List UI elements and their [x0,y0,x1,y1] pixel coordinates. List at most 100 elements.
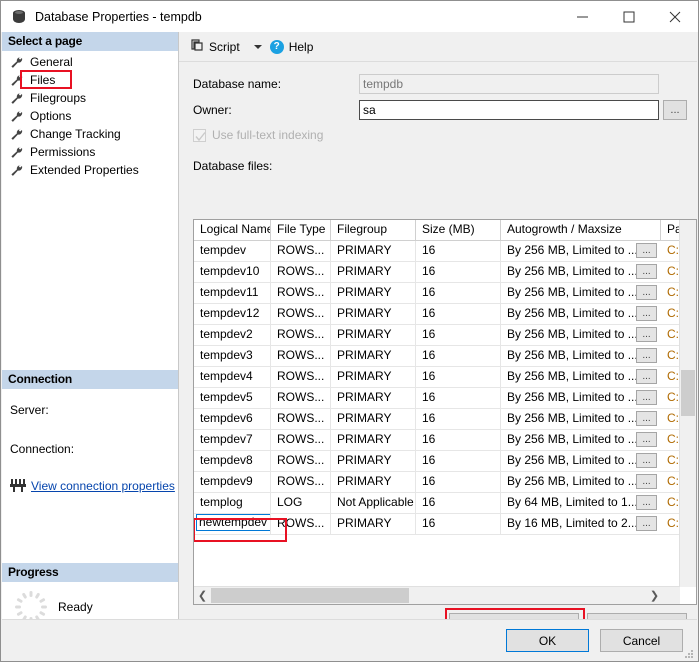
logical-name-cell[interactable]: tempdev7 [194,430,271,450]
file-type-cell[interactable]: ROWS... [271,430,331,450]
autogrowth-browse-button[interactable]: ... [636,243,657,258]
autogrowth-browse-button[interactable]: ... [636,516,657,531]
autogrowth-cell[interactable]: By 256 MB, Limited to ...... [501,346,661,366]
filegroup-cell[interactable]: PRIMARY [331,409,416,429]
autogrowth-browse-button[interactable]: ... [636,369,657,384]
column-header-filegroup[interactable]: Filegroup [331,220,416,240]
autogrowth-cell[interactable]: By 256 MB, Limited to ...... [501,325,661,345]
autogrowth-cell[interactable]: By 256 MB, Limited to ...... [501,472,661,492]
filegroup-cell[interactable]: PRIMARY [331,283,416,303]
size-cell[interactable]: 16 [416,451,501,471]
grid-vertical-scrollbar[interactable] [679,220,696,587]
table-row[interactable]: newtempdev ROWS... PRIMARY 16 By 16 MB, Limi… [194,514,696,535]
file-type-cell[interactable]: ROWS... [271,283,331,303]
file-type-cell[interactable]: ROWS... [271,451,331,471]
logical-name-cell[interactable]: tempdev8 [194,451,271,471]
autogrowth-cell[interactable]: By 256 MB, Limited to ...... [501,241,661,261]
autogrowth-cell[interactable]: By 256 MB, Limited to ...... [501,430,661,450]
chevron-down-icon[interactable] [253,44,262,49]
sidebar-item-change-tracking[interactable]: Change Tracking [2,125,178,143]
grid-vertical-scroll-thumb[interactable] [681,370,695,416]
logical-name-cell[interactable]: tempdev4 [194,367,271,387]
filegroup-cell[interactable]: PRIMARY [331,472,416,492]
filegroup-cell[interactable]: PRIMARY [331,514,416,534]
logical-name-cell[interactable]: tempdev6 [194,409,271,429]
autogrowth-cell[interactable]: By 16 MB, Limited to 2...... [501,514,661,534]
autogrowth-browse-button[interactable]: ... [636,495,657,510]
logical-name-cell[interactable]: tempdev2 [194,325,271,345]
table-row[interactable]: tempdev10 ROWS... PRIMARY 16 By 256 MB, Limi… [194,262,696,283]
filegroup-cell[interactable]: PRIMARY [331,304,416,324]
filegroup-cell[interactable]: PRIMARY [331,346,416,366]
column-header-autogrowth[interactable]: Autogrowth / Maxsize [501,220,661,240]
logical-name-cell[interactable]: tempdev12 [194,304,271,324]
autogrowth-browse-button[interactable]: ... [636,411,657,426]
maximize-button[interactable] [606,1,652,32]
logical-name-cell[interactable]: tempdev3 [194,346,271,366]
scroll-right-icon[interactable]: ❯ [646,587,663,604]
size-cell[interactable]: 16 [416,367,501,387]
table-row[interactable]: tempdev2 ROWS... PRIMARY 16 By 256 MB, Limit… [194,325,696,346]
size-cell[interactable]: 16 [416,241,501,261]
view-connection-properties-link[interactable]: View connection properties [2,478,178,493]
size-cell[interactable]: 16 [416,325,501,345]
filegroup-cell[interactable]: PRIMARY [331,325,416,345]
autogrowth-browse-button[interactable]: ... [636,474,657,489]
table-row[interactable]: templog LOG Not Applicable 16 By 64 MB, Limi… [194,493,696,514]
table-row[interactable]: tempdev4 ROWS... PRIMARY 16 By 256 MB, Limit… [194,367,696,388]
close-button[interactable] [652,1,698,32]
autogrowth-cell[interactable]: By 256 MB, Limited to ...... [501,388,661,408]
table-row[interactable]: tempdev5 ROWS... PRIMARY 16 By 256 MB, Limit… [194,388,696,409]
size-cell[interactable]: 16 [416,493,501,513]
size-cell[interactable]: 16 [416,346,501,366]
autogrowth-browse-button[interactable]: ... [636,453,657,468]
logical-name-cell[interactable]: tempdev5 [194,388,271,408]
filegroup-cell[interactable]: PRIMARY [331,430,416,450]
autogrowth-browse-button[interactable]: ... [636,432,657,447]
file-type-cell[interactable]: ROWS... [271,262,331,282]
file-type-cell[interactable]: ROWS... [271,241,331,261]
autogrowth-browse-button[interactable]: ... [636,285,657,300]
autogrowth-browse-button[interactable]: ... [636,306,657,321]
size-cell[interactable]: 16 [416,409,501,429]
grid-horizontal-scrollbar[interactable]: ❮ ❯ [194,586,680,604]
sidebar-item-options[interactable]: Options [2,107,178,125]
file-type-cell[interactable]: ROWS... [271,514,331,534]
autogrowth-browse-button[interactable]: ... [636,390,657,405]
cancel-button[interactable]: Cancel [600,629,683,652]
autogrowth-cell[interactable]: By 256 MB, Limited to ...... [501,409,661,429]
resize-grip-icon[interactable] [684,648,694,658]
file-type-cell[interactable]: ROWS... [271,472,331,492]
logical-name-cell[interactable]: tempdev10 [194,262,271,282]
sidebar-item-permissions[interactable]: Permissions [2,143,178,161]
file-type-cell[interactable]: ROWS... [271,304,331,324]
file-type-cell[interactable]: ROWS... [271,388,331,408]
minimize-button[interactable] [560,1,606,32]
autogrowth-cell[interactable]: By 64 MB, Limited to 1...... [501,493,661,513]
table-row[interactable]: tempdev8 ROWS... PRIMARY 16 By 256 MB, Limit… [194,451,696,472]
size-cell[interactable]: 16 [416,472,501,492]
table-row[interactable]: tempdev11 ROWS... PRIMARY 16 By 256 MB, Limi… [194,283,696,304]
logical-name-cell[interactable]: tempdev9 [194,472,271,492]
column-header-logical-name[interactable]: Logical Name [194,220,271,240]
filegroup-cell[interactable]: PRIMARY [331,241,416,261]
filegroup-cell[interactable]: PRIMARY [331,451,416,471]
logical-name-cell[interactable]: templog [194,493,271,513]
help-button[interactable]: ? Help [267,38,317,56]
owner-browse-button[interactable]: ... [663,100,687,120]
autogrowth-cell[interactable]: By 256 MB, Limited to ...... [501,367,661,387]
grid-horizontal-scroll-track[interactable] [409,587,646,604]
size-cell[interactable]: 16 [416,388,501,408]
logical-name-input[interactable]: newtempdev [196,514,270,531]
table-row[interactable]: tempdev12 ROWS... PRIMARY 16 By 256 MB, Limi… [194,304,696,325]
filegroup-cell[interactable]: Not Applicable [331,493,416,513]
table-row[interactable]: tempdev6 ROWS... PRIMARY 16 By 256 MB, Limit… [194,409,696,430]
logical-name-cell-editing[interactable]: newtempdev [194,514,271,534]
autogrowth-cell[interactable]: By 256 MB, Limited to ...... [501,451,661,471]
autogrowth-cell[interactable]: By 256 MB, Limited to ...... [501,304,661,324]
filegroup-cell[interactable]: PRIMARY [331,262,416,282]
ok-button[interactable]: OK [506,629,589,652]
size-cell[interactable]: 16 [416,262,501,282]
autogrowth-browse-button[interactable]: ... [636,327,657,342]
logical-name-cell[interactable]: tempdev [194,241,271,261]
